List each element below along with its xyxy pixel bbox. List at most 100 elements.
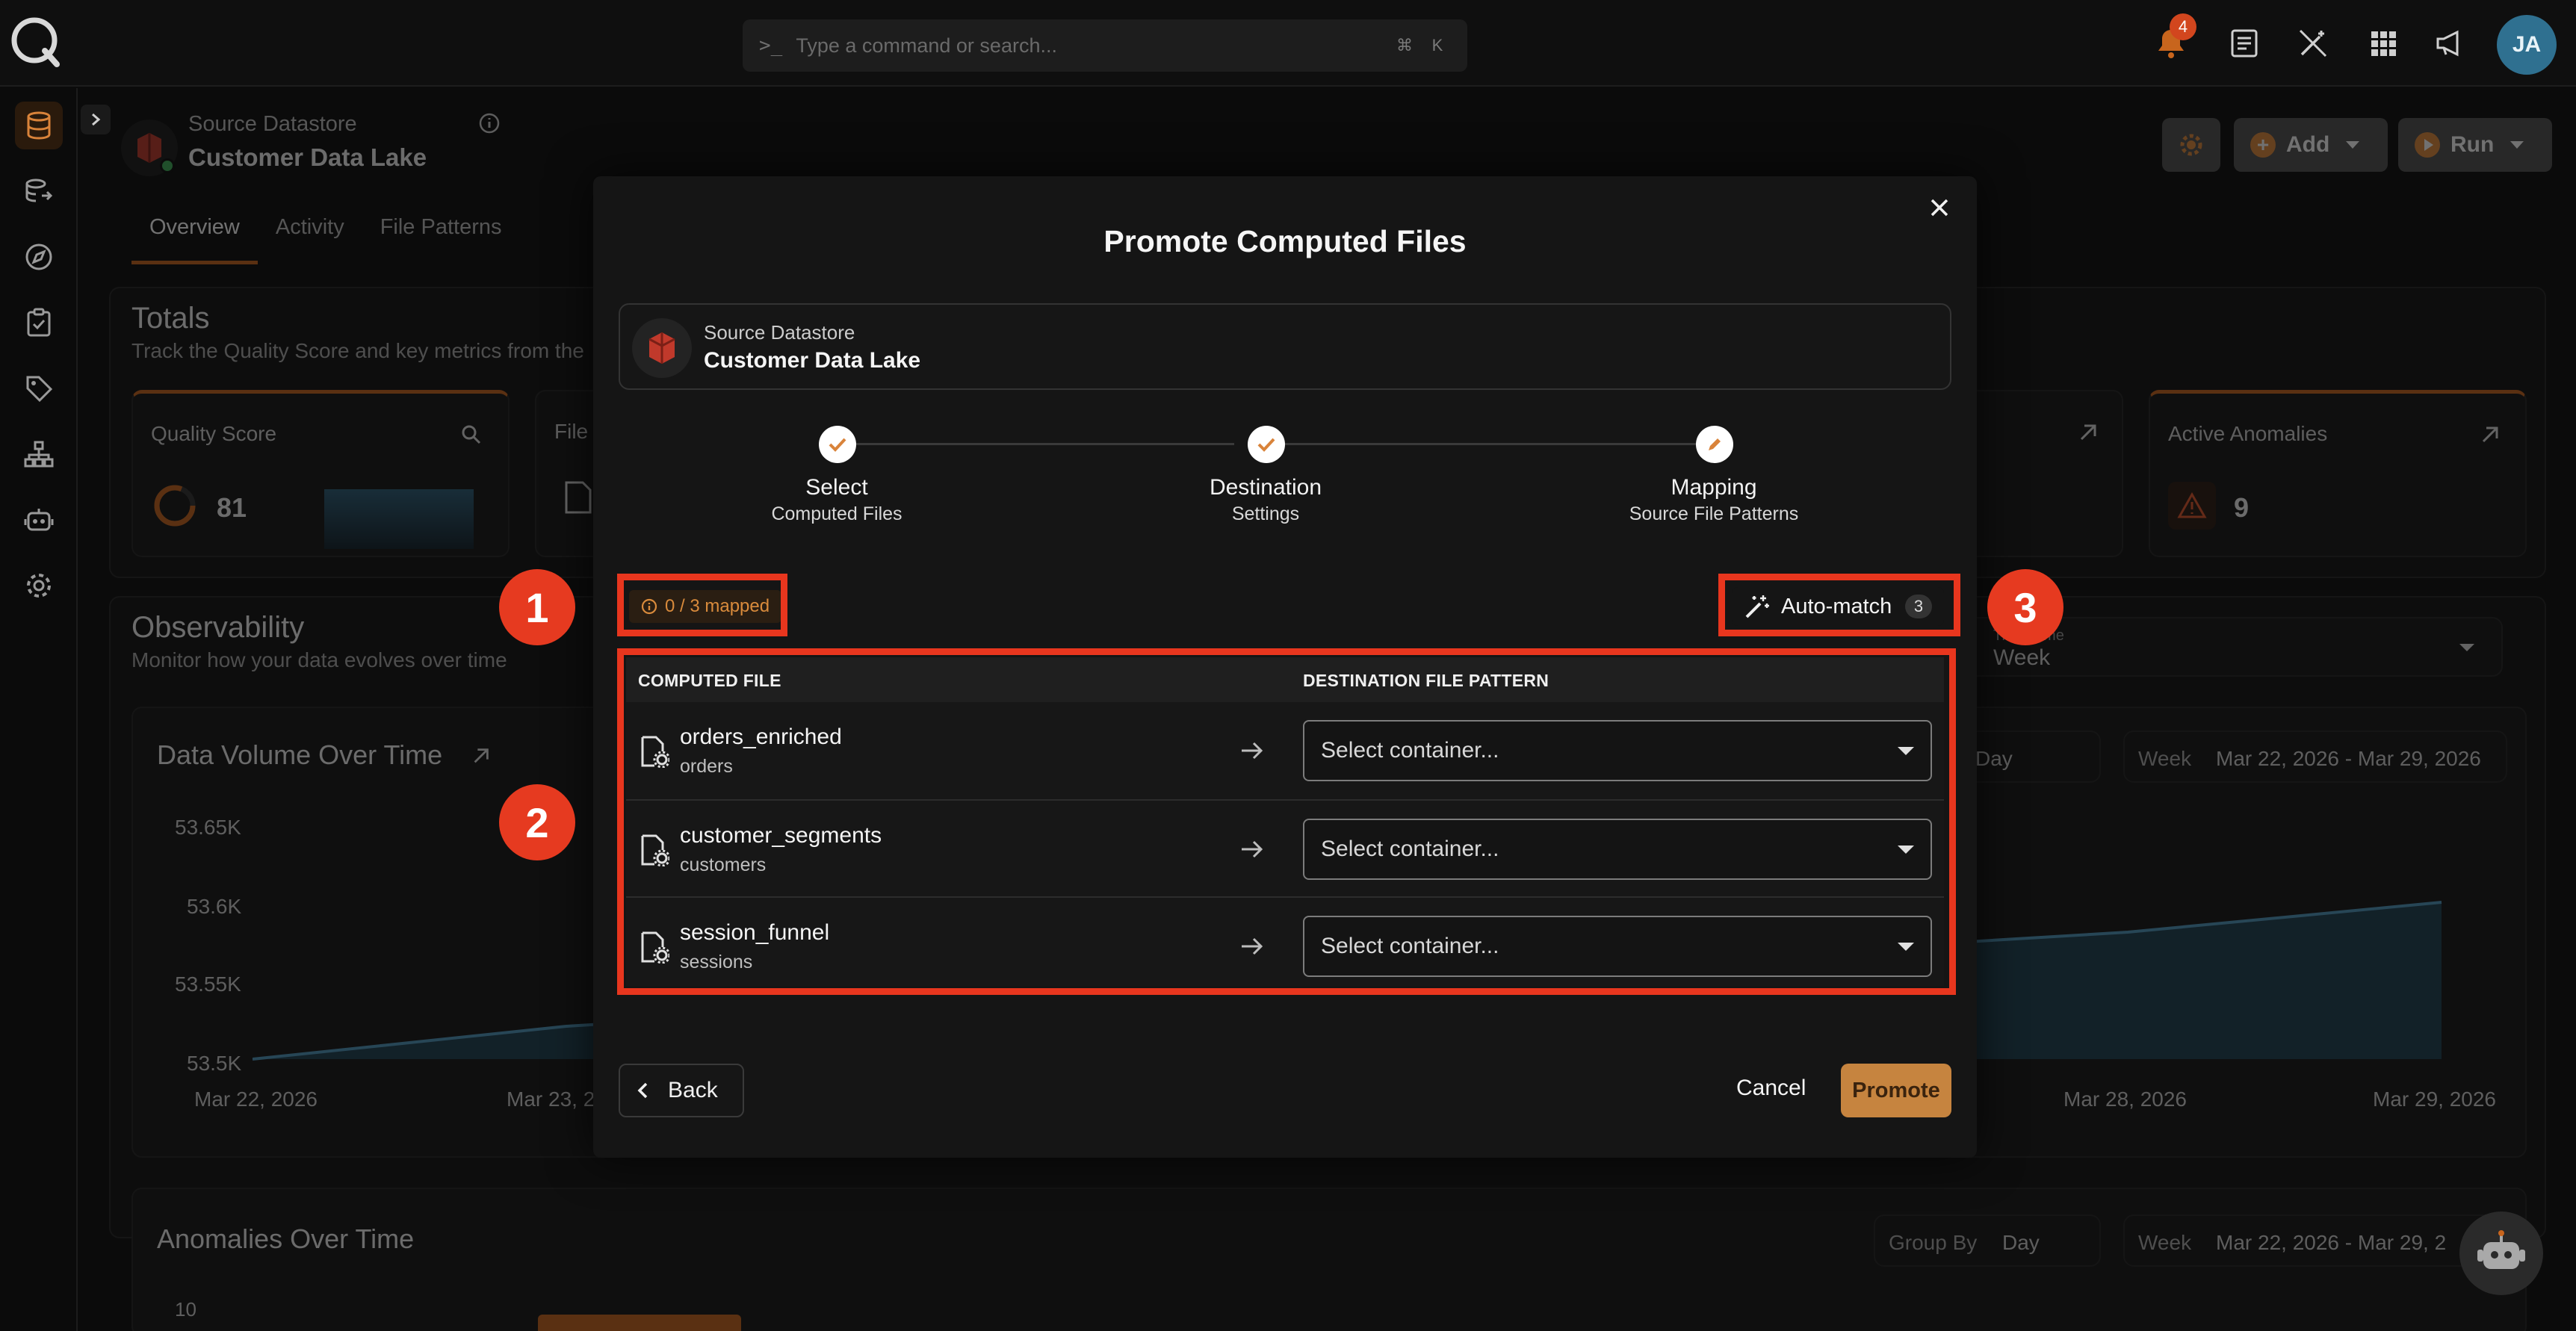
x-tick: Mar 22, 2026 [194,1088,318,1111]
auto-match-button[interactable]: Auto-match 3 [1732,587,1944,626]
computed-file-icon [641,931,669,964]
arrow-right-icon [1242,742,1263,760]
datastore-logo-icon [632,318,692,378]
computed-file-source: customers [680,854,767,875]
y-tick: 10 [175,1298,196,1321]
step-destination: Destination Settings [1116,475,1415,525]
tab-file-patterns[interactable]: File Patterns [362,215,520,264]
open-external-arrow-icon[interactable] [471,745,492,766]
totals-subtitle: Track the Quality Score and key metrics … [131,339,584,362]
info-circle-icon [641,598,657,615]
metric-card[interactable] [1959,390,2123,557]
annotation-marker-2: 2 [499,784,575,860]
date-range-value: Mar 22, 2026 - Mar 29, 2026 [2216,747,2481,770]
play-circle-icon [2415,132,2440,158]
quality-score-ring-icon [154,485,196,527]
datastore-name: Customer Data Lake [188,143,427,171]
y-tick: 53.65K [175,816,241,839]
step-title: Mapping [1671,475,1757,500]
annotation-marker-1: 1 [499,569,575,645]
anomalies-title: Anomalies Over Time [157,1223,415,1254]
open-external-arrow-icon[interactable] [2077,421,2099,444]
mapping-table: COMPUTED FILE DESTINATION FILE PATTERN o… [626,657,1944,986]
run-button[interactable]: Run [2398,118,2552,172]
tab-overview[interactable]: Overview [131,215,258,264]
mapped-status-badge: 0 / 3 mapped [629,590,782,623]
arrow-right-icon [1242,840,1263,858]
chevron-down-icon [1898,942,1914,951]
x-tick: Mar 28, 2026 [2063,1088,2187,1111]
select-placeholder: Select container... [1321,934,1499,958]
computed-file-name: orders_enriched [680,725,842,749]
active-anomalies-value: 9 [2234,492,2250,523]
info-icon[interactable] [478,112,501,134]
destination-container-select[interactable]: Select container... [1303,819,1932,880]
add-button-label: Add [2286,132,2330,157]
computed-file-icon [641,834,669,866]
y-tick: 53.6K [187,895,242,918]
source-datastore-label: Source Datastore [704,321,855,344]
step-title: Select [805,475,868,500]
back-button-label: Back [668,1078,718,1102]
gear-icon [2180,134,2202,156]
add-button[interactable]: + Add [2234,118,2388,172]
step-mapping: Mapping Source File Patterns [1564,475,1863,525]
source-datastore-box: Source Datastore Customer Data Lake [619,303,1951,390]
totals-title: Totals [131,302,210,335]
file-icon [565,481,592,514]
anomaly-bar [538,1315,741,1331]
tab-activity[interactable]: Activity [258,215,362,264]
cancel-button[interactable]: Cancel [1736,1076,1806,1101]
step-complete-check-icon [819,426,856,463]
date-range-label: Week [2138,747,2192,770]
anomalies-group-by-select[interactable]: Group By Day [1874,1214,2101,1267]
anomalies-chart-card: Anomalies Over Time Group By Day Week Ma… [131,1188,2527,1331]
group-by-value: Day [2002,1231,2040,1254]
destination-container-select[interactable]: Select container... [1303,720,1932,781]
quality-score-card[interactable]: Quality Score 81 [131,390,510,557]
warning-triangle-icon [2168,482,2216,530]
computed-file-name: customer_segments [680,823,882,848]
table-row: orders_enriched orders Select container.… [626,702,1944,799]
y-tick: 53.55K [175,972,241,996]
table-row: session_funnel sessions Select container… [626,896,1944,993]
search-icon[interactable] [460,424,483,446]
select-placeholder: Select container... [1321,738,1499,763]
datastore-settings-button[interactable] [2162,118,2220,172]
select-placeholder: Select container... [1321,837,1499,861]
open-external-arrow-icon[interactable] [2479,424,2501,446]
assistant-bot-icon[interactable] [2459,1211,2543,1295]
table-row: customer_segments customers Select conta… [626,799,1944,896]
step-subtitle: Computed Files [771,503,902,524]
group-by-select[interactable]: Day [1960,730,2101,783]
step-complete-check-icon [1248,426,1285,463]
date-range-label: Week [2138,1231,2192,1254]
back-button[interactable]: Back [619,1064,744,1117]
timeframe-value: Week [1993,645,2051,670]
step-select: Select Computed Files [687,475,986,525]
active-anomalies-card[interactable]: Active Anomalies 9 [2149,390,2527,557]
dialog-title: Promote Computed Files [1103,224,1467,258]
chevron-down-icon [2510,141,2524,149]
close-dialog-icon[interactable] [1923,191,1956,224]
step-subtitle: Settings [1231,503,1300,524]
promote-button[interactable]: Promote [1841,1064,1951,1117]
computed-file-icon [641,736,669,768]
step-current-pencil-icon [1696,426,1733,463]
anomalies-date-range-picker[interactable]: Week Mar 22, 2026 - Mar 29, 2 [2123,1214,2507,1267]
source-datastore-name: Customer Data Lake [704,348,921,373]
plus-circle-icon: + [2250,132,2276,158]
date-range-picker[interactable]: Week Mar 22, 2026 - Mar 29, 2026 [2123,730,2507,783]
chevron-down-icon [1898,746,1914,755]
step-connector [1285,443,1712,445]
observability-title: Observability [131,611,305,644]
quality-score-value: 81 [217,492,247,523]
page-tabs: Overview Activity File Patterns [131,215,520,264]
auto-match-count-badge: 3 [1905,595,1932,618]
group-by-value: Day [1975,747,2013,770]
x-tick: Mar 29, 2026 [2373,1088,2496,1111]
destination-container-select[interactable]: Select container... [1303,916,1932,977]
x-tick: Mar 23, 2 [507,1088,595,1111]
observability-subtitle: Monitor how your data evolves over time [131,648,507,671]
group-by-label: Group By [1889,1231,1978,1254]
